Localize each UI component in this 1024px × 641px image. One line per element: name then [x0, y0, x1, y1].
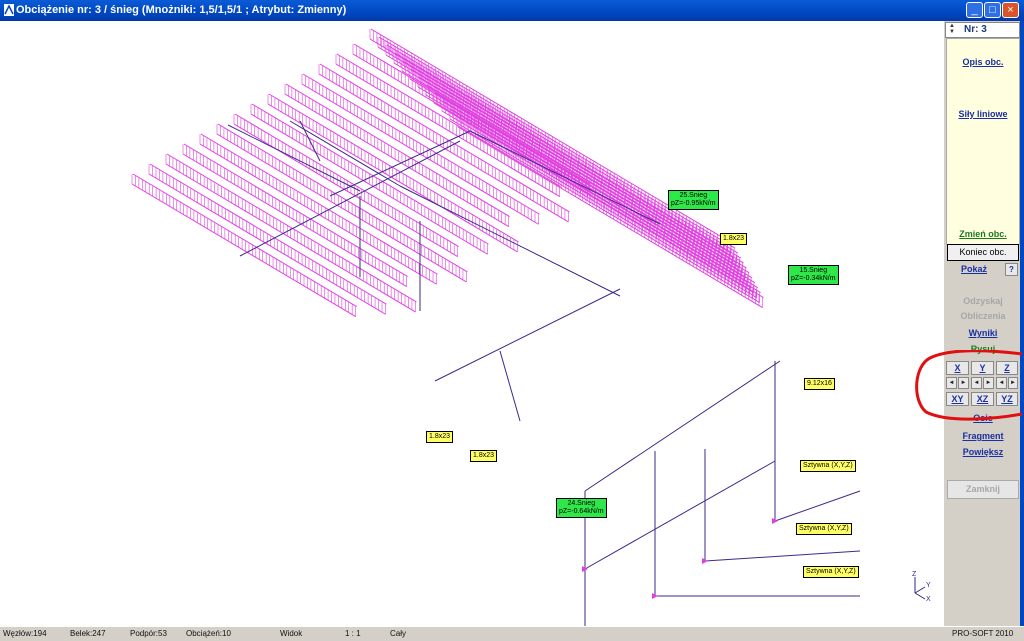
spin-down-icon[interactable]: ▼ — [947, 29, 957, 35]
load-label-2-name: 15.Śnieg — [799, 267, 828, 274]
load-label-3-name: 24.Śnieg — [567, 500, 596, 507]
load-label-3-value: pZ=-0.64kN/m — [559, 508, 604, 515]
structure-line — [434, 288, 621, 382]
load-number-label: Nr: 3 — [964, 24, 987, 35]
window-title: Obciążenie nr: 3 / śnieg (Mnożniki: 1,5/… — [16, 4, 347, 16]
load-beam — [377, 36, 736, 259]
odzyskaj-link: Odzyskaj — [963, 296, 1003, 306]
structure-line — [774, 490, 861, 522]
load-number-field[interactable]: ▲ ▼ Nr: 3 — [945, 22, 1020, 38]
axis-y-letter: Y — [926, 582, 931, 589]
axis-x-letter: X — [926, 596, 931, 603]
fragment-link[interactable]: Fragment — [943, 431, 1023, 441]
load-label-1[interactable]: 25.Śnieg pZ=-0.95kN/m — [668, 190, 719, 210]
pokaz-link[interactable]: Pokaż — [943, 264, 1005, 274]
window-border — [1020, 21, 1024, 626]
load-label-1-name: 25.Śnieg — [679, 192, 708, 199]
status-bar: Węzłów:194 Belek:247 Podpór:53 Obciążeń:… — [0, 626, 1024, 641]
powieksz-link[interactable]: Powiększ — [943, 447, 1023, 457]
status-extent: Cały — [390, 629, 407, 638]
load-label-2-value: pZ=-0.34kN/m — [791, 275, 836, 282]
number-spinner[interactable]: ▲ ▼ — [947, 23, 957, 37]
status-supports: Podpór:53 — [130, 629, 167, 638]
section-label-2[interactable]: 9.12x16 — [804, 378, 835, 390]
opis-obc-link[interactable]: Opis obc. — [943, 57, 1023, 67]
load-beam — [233, 113, 459, 258]
structure-line — [584, 360, 781, 492]
zmien-obc-link[interactable]: Zmień obc. — [943, 229, 1023, 239]
status-nodes: Węzłów:194 — [3, 629, 47, 638]
support-label-1[interactable]: Sztywna (X,Y,Z) — [800, 460, 856, 472]
structure-line — [499, 350, 521, 422]
support-label-2[interactable]: Sztywna (X,Y,Z) — [796, 523, 852, 535]
load-beam — [131, 173, 357, 318]
support-label-3[interactable]: Sztywna (X,Y,Z) — [803, 566, 859, 578]
load-beam — [457, 116, 764, 308]
zamknij-button: Zamknij — [947, 480, 1019, 499]
model-canvas[interactable]: 25.Śnieg pZ=-0.95kN/m 1.8x23 15.Śnieg pZ… — [0, 21, 943, 626]
close-button[interactable]: × — [1002, 2, 1019, 18]
title-bar: Obciążenie nr: 3 / śnieg (Mnożniki: 1,5/… — [0, 0, 1024, 21]
help-button[interactable]: ? — [1005, 263, 1018, 276]
annotation-ring — [915, 350, 1023, 421]
status-view: Widok — [280, 629, 303, 638]
structure-line — [704, 550, 861, 562]
section-label-4[interactable]: 1.8x23 — [470, 450, 498, 462]
wyniki-link[interactable]: Wyniki — [943, 328, 1023, 338]
load-label-1-value: pZ=-0.95kN/m — [671, 200, 716, 207]
load-label-2[interactable]: 15.Śnieg pZ=-0.34kN/m — [788, 265, 839, 285]
section-label-1[interactable]: 1.8x23 — [720, 233, 748, 245]
obliczenia-link: Obliczenia — [960, 311, 1006, 321]
axis-z-letter: Z — [912, 571, 917, 578]
koniec-obc-button[interactable]: Koniec obc. — [947, 244, 1019, 261]
status-scale: 1 : 1 — [345, 629, 361, 638]
structure-drawing — [131, 28, 861, 626]
status-brand: PRO-SOFT 2010 — [952, 629, 1014, 638]
load-beam — [182, 143, 408, 288]
maximize-button[interactable]: □ — [984, 2, 1001, 18]
axis-triad-icon: Z Y X — [912, 571, 931, 603]
sily-liniowe-link[interactable]: Siły liniowe — [943, 109, 1023, 119]
app-icon — [4, 4, 14, 16]
load-info-box — [946, 38, 1020, 245]
structure-line — [584, 460, 776, 570]
status-loads: Obciążeń:10 — [186, 629, 231, 638]
load-label-3[interactable]: 24.Śnieg pZ=-0.64kN/m — [556, 498, 607, 518]
structure-line — [227, 124, 361, 192]
status-beams: Belek:247 — [70, 629, 106, 638]
minimize-button[interactable]: _ — [966, 2, 983, 18]
section-label-3[interactable]: 1.8x23 — [426, 431, 454, 443]
